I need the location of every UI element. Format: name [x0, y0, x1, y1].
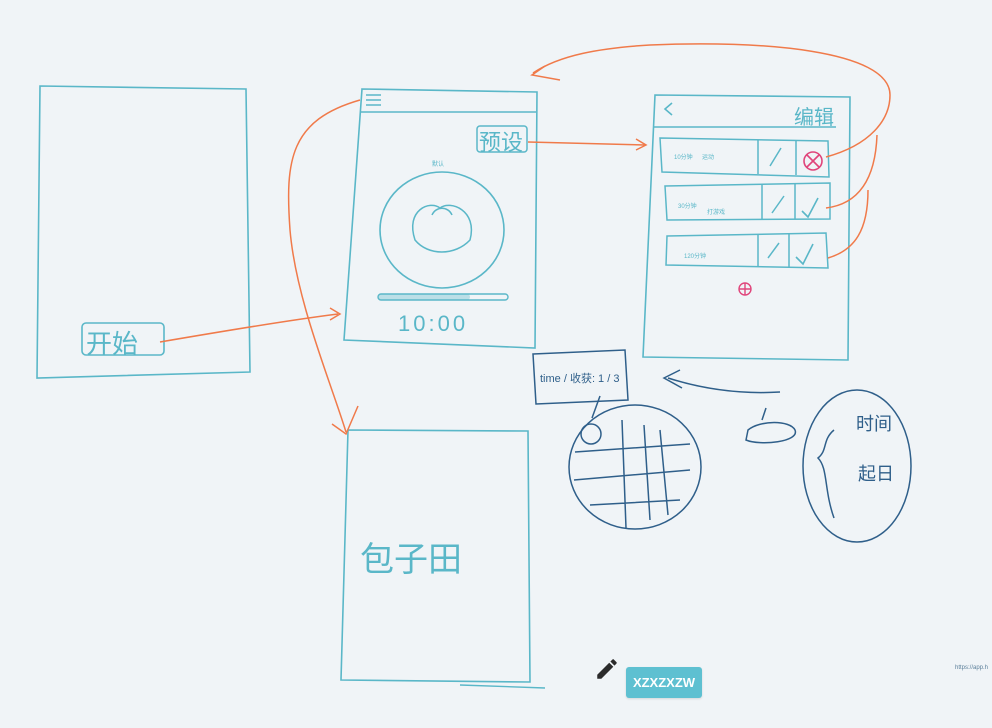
preset-row-3-duration: 120分钟: [684, 254, 707, 260]
preset-row-1-activity: 运动: [702, 155, 715, 161]
hamburger-icon: [366, 94, 381, 106]
edit-label: 编辑: [794, 107, 834, 129]
timer-caption: 默认: [432, 162, 445, 168]
add-preset-icon: [738, 282, 752, 296]
presets-screen-frame: [642, 94, 851, 361]
check-icons: [795, 197, 819, 266]
timer-time: 10:00: [398, 311, 469, 336]
start-label: 开始: [86, 329, 139, 359]
preset-row-2-activity: 打游戏: [707, 210, 726, 216]
edit-pencil-icons: [767, 147, 785, 259]
preset-row-2-duration: 30分钟: [678, 204, 697, 210]
baozi-icon: [412, 204, 473, 253]
whiteboard-canvas[interactable]: [0, 0, 992, 728]
flow-arrows: [159, 43, 891, 436]
note-card-text: time / 收获: 1 / 3: [540, 373, 620, 385]
delete-icon: [803, 151, 823, 171]
back-chevron-icon: [663, 102, 673, 116]
bubble-label-2: 起日: [858, 464, 894, 484]
url-link[interactable]: https://app.h: [955, 665, 988, 671]
field-bottom-stroke: [459, 684, 546, 689]
preset-label: 预设: [479, 130, 524, 155]
bubble-label-1: 时间: [856, 414, 892, 434]
field-label: 包子田: [360, 541, 462, 579]
user-button[interactable]: XZXZXZW: [626, 667, 702, 698]
home-screen-frame: [36, 85, 251, 379]
preset-row-1-duration: 10分钟: [674, 155, 693, 161]
pencil-icon[interactable]: [594, 656, 620, 682]
timer-dial: [379, 171, 505, 289]
progress-fill: [378, 294, 470, 300]
